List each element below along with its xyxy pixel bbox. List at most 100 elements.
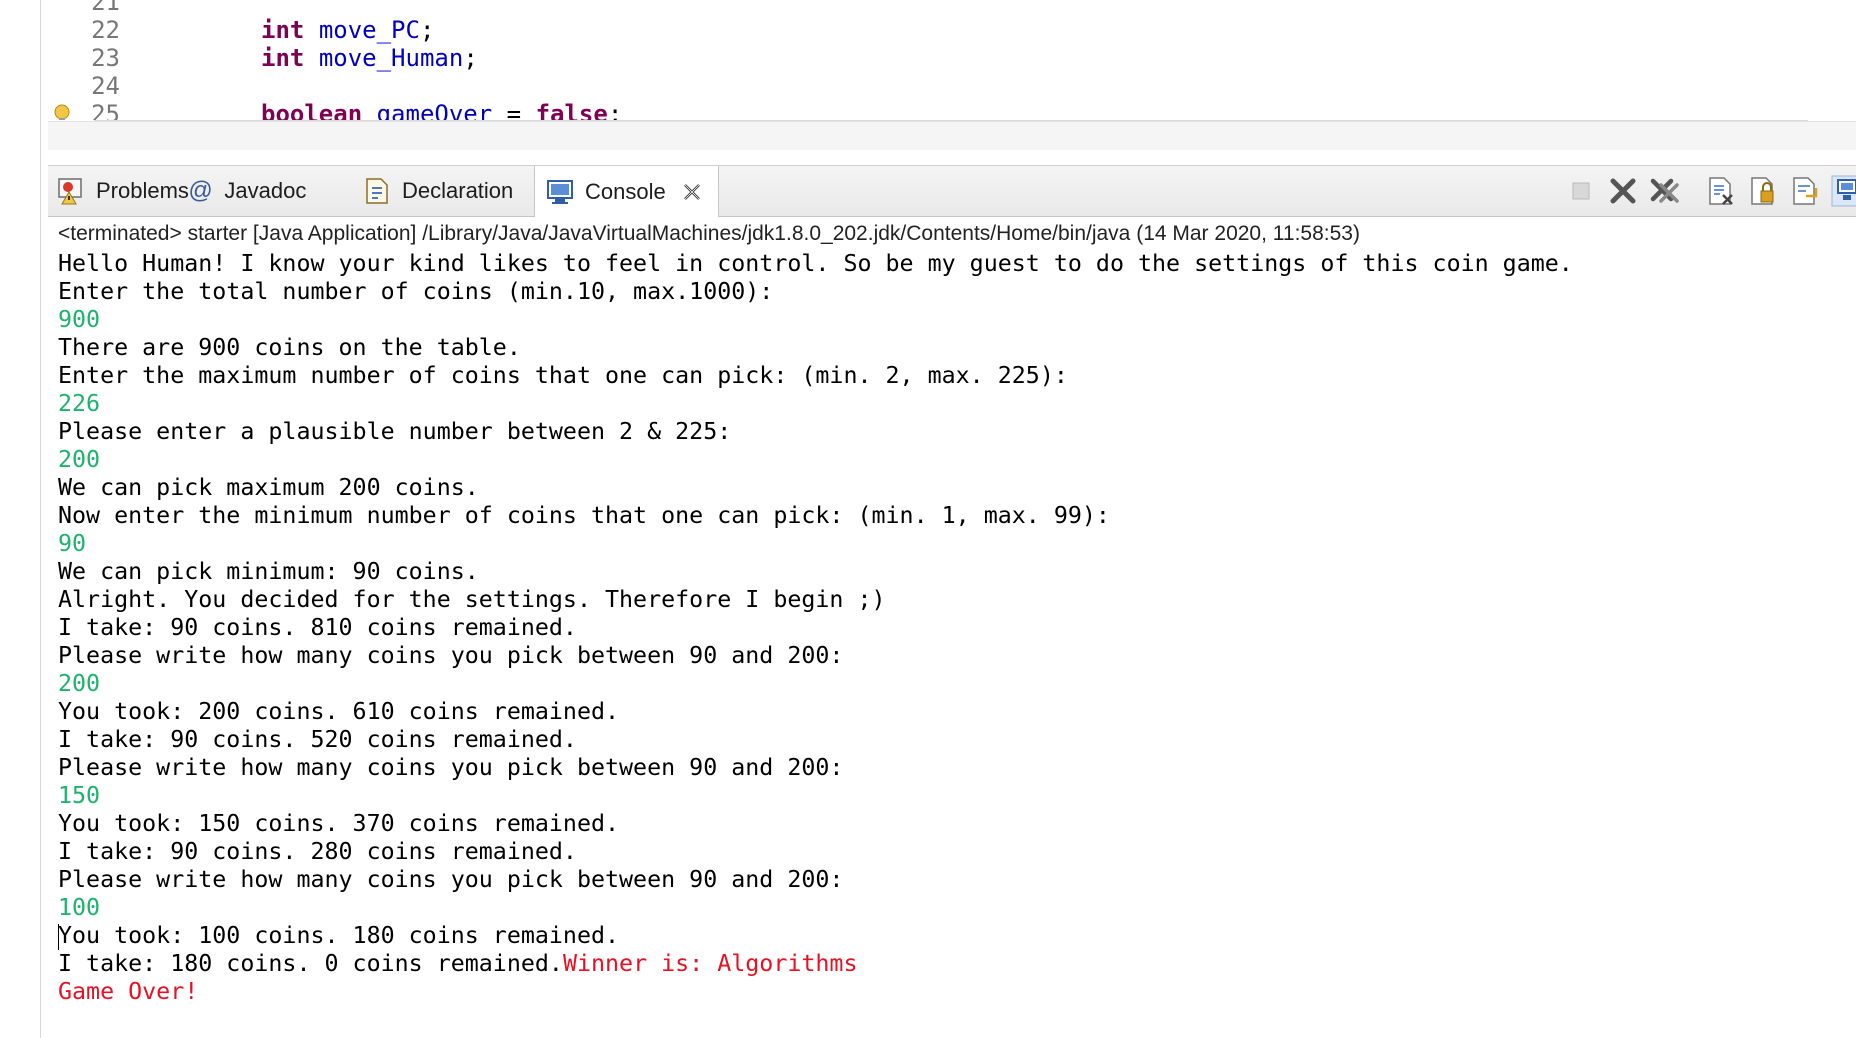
console-output-line: We can pick minimum: 90 coins. [58,558,1848,586]
console-user-input-line: 200 [58,446,1848,474]
code-punctuation: ; [607,100,623,120]
console-output-line: Enter the total number of coins (min.10,… [58,278,1848,306]
problems-icon [58,178,82,205]
console-user-input-line: 900 [58,306,1848,334]
code-editor[interactable]: 21 22 int move_PC; 23 int move_Human; 24 25 boo… [48,0,1856,120]
tab-declaration[interactable]: Declaration [362,166,513,216]
console-text: We can pick maximum 200 coins. [58,474,479,501]
console-error-text: Game Over! [58,978,199,1005]
console-text: I take: 180 coins. 0 coins remained. [58,950,563,977]
console-text: Please enter a plausible number between … [58,418,732,445]
code-identifier: move_Human [318,44,464,72]
console-launch-description: <terminated> starter [Java Application] … [58,222,1360,245]
code-punctuation: ; [463,44,478,72]
console-text: You took: 200 coins. 610 coins remained. [58,698,620,725]
console-text: Now enter the minimum number of coins th… [58,502,1110,529]
code-line: boolean gameOver = false; [261,100,622,120]
console-output-line: Enter the maximum number of coins that o… [58,362,1848,390]
console-output-line: Alright. You decided for the settings. T… [58,586,1848,614]
view-tab-bar: Problems @ Javadoc Declaration Console [48,165,1856,217]
window-left-edge [0,0,41,1038]
line-number: 22 [91,16,120,44]
code-keyword: boolean [261,100,363,120]
code-punctuation: ; [419,16,435,44]
console-text: 150 [58,782,101,809]
code-keyword: false [535,100,608,120]
console-text: Please write how many coins you pick bet… [58,642,844,669]
console-output-line: We can pick maximum 200 coins. [58,474,1848,502]
console-text: Enter the total number of coins (min.10,… [58,278,774,305]
tab-javadoc[interactable]: @ Javadoc [188,166,306,216]
console-output-line: You took: 150 coins. 370 coins remained. [58,810,1848,838]
console-user-input-line: 100 [58,894,1848,922]
console-text: 226 [58,390,101,417]
console-text: 200 [58,446,101,473]
console-text: Please write how many coins you pick bet… [58,754,844,781]
console-output-line: I take: 180 coins. 0 coins remained.Winn… [58,950,1848,978]
terminate-icon[interactable] [1564,174,1598,208]
line-number: 23 [91,44,120,72]
console-output-line: I take: 90 coins. 280 coins remained. [58,838,1848,866]
console-user-input-line: 200 [58,670,1848,698]
console-output-line: Now enter the minimum number of coins th… [58,502,1848,530]
console-user-input-line: 226 [58,390,1848,418]
code-identifier: move_PC [318,16,420,44]
console-output-line: You took: 100 coins. 180 coins remained. [58,922,1848,950]
pin-console-icon[interactable] [1830,174,1856,208]
console-user-input-line: 90 [58,530,1848,558]
code-line: int move_PC; [261,16,434,44]
console-text: I take: 90 coins. 520 coins remained. [58,726,577,753]
tab-problems-label: Problems [96,178,189,203]
console-text: I take: 90 coins. 280 coins remained. [58,838,577,865]
tab-javadoc-label: Javadoc [224,178,307,203]
console-output-line: You took: 200 coins. 610 coins remained. [58,698,1848,726]
console-icon [547,179,573,204]
editor-bottom-bar [48,121,1856,150]
console-output-line: I take: 90 coins. 520 coins remained. [58,726,1848,754]
console-text: I take: 90 coins. 810 coins remained. [58,614,577,641]
console-text: 200 [58,670,101,697]
remove-launch-icon[interactable] [1606,174,1640,208]
console-text: Alright. You decided for the settings. T… [58,586,886,613]
code-punctuation: = [492,100,536,120]
line-number: 25 [91,100,120,120]
console-output-line: I take: 90 coins. 810 coins remained. [58,614,1848,642]
console-output-line: Please write how many coins you pick bet… [58,754,1848,782]
console-text: You took: 150 coins. 370 coins remained. [58,810,620,837]
code-identifier: gameOver [376,100,493,120]
console-text: Please write how many coins you pick bet… [58,866,844,893]
console-error-text: Winner is: Algorithms [562,950,858,977]
scroll-lock-icon[interactable] [1746,174,1780,208]
console-text: There are 900 coins on the table. [58,334,521,361]
console-text: We can pick minimum: 90 coins. [58,558,479,585]
declaration-icon [366,178,388,204]
console-user-input-line: 150 [58,782,1848,810]
line-number: 21 [91,0,120,16]
tab-problems[interactable]: Problems [56,166,189,216]
close-icon[interactable] [680,180,704,204]
console-text: 90 [58,530,87,557]
tab-console-label: Console [585,178,666,204]
console-text: You took: 100 coins. 180 coins remained. [58,922,620,949]
console-text: Hello Human! I know your kind likes to f… [58,250,1573,277]
console-output-line: There are 900 coins on the table. [58,334,1848,362]
remove-all-terminated-icon[interactable] [1648,174,1682,208]
console-text: 900 [58,306,101,333]
console-text: 100 [58,894,101,921]
code-keyword: int [261,44,305,72]
at-sign-icon: @ [188,177,213,204]
console-text: Enter the maximum number of coins that o… [58,362,1068,389]
console-output-line: Please enter a plausible number between … [58,418,1848,446]
tab-declaration-label: Declaration [402,178,514,203]
tab-console[interactable]: Console [534,166,719,217]
console-output-line: Please write how many coins you pick bet… [58,642,1848,670]
console-output[interactable]: Hello Human! I know your kind likes to f… [58,250,1848,1006]
code-line: int move_Human; [261,44,478,72]
console-output-line: Hello Human! I know your kind likes to f… [58,250,1848,278]
code-keyword: int [261,16,305,44]
console-output-line: Please write how many coins you pick bet… [58,866,1848,894]
line-number: 24 [91,72,120,100]
console-output-line: Game Over! [58,978,1848,1006]
clear-console-icon[interactable] [1704,174,1738,208]
word-wrap-icon[interactable] [1788,174,1822,208]
